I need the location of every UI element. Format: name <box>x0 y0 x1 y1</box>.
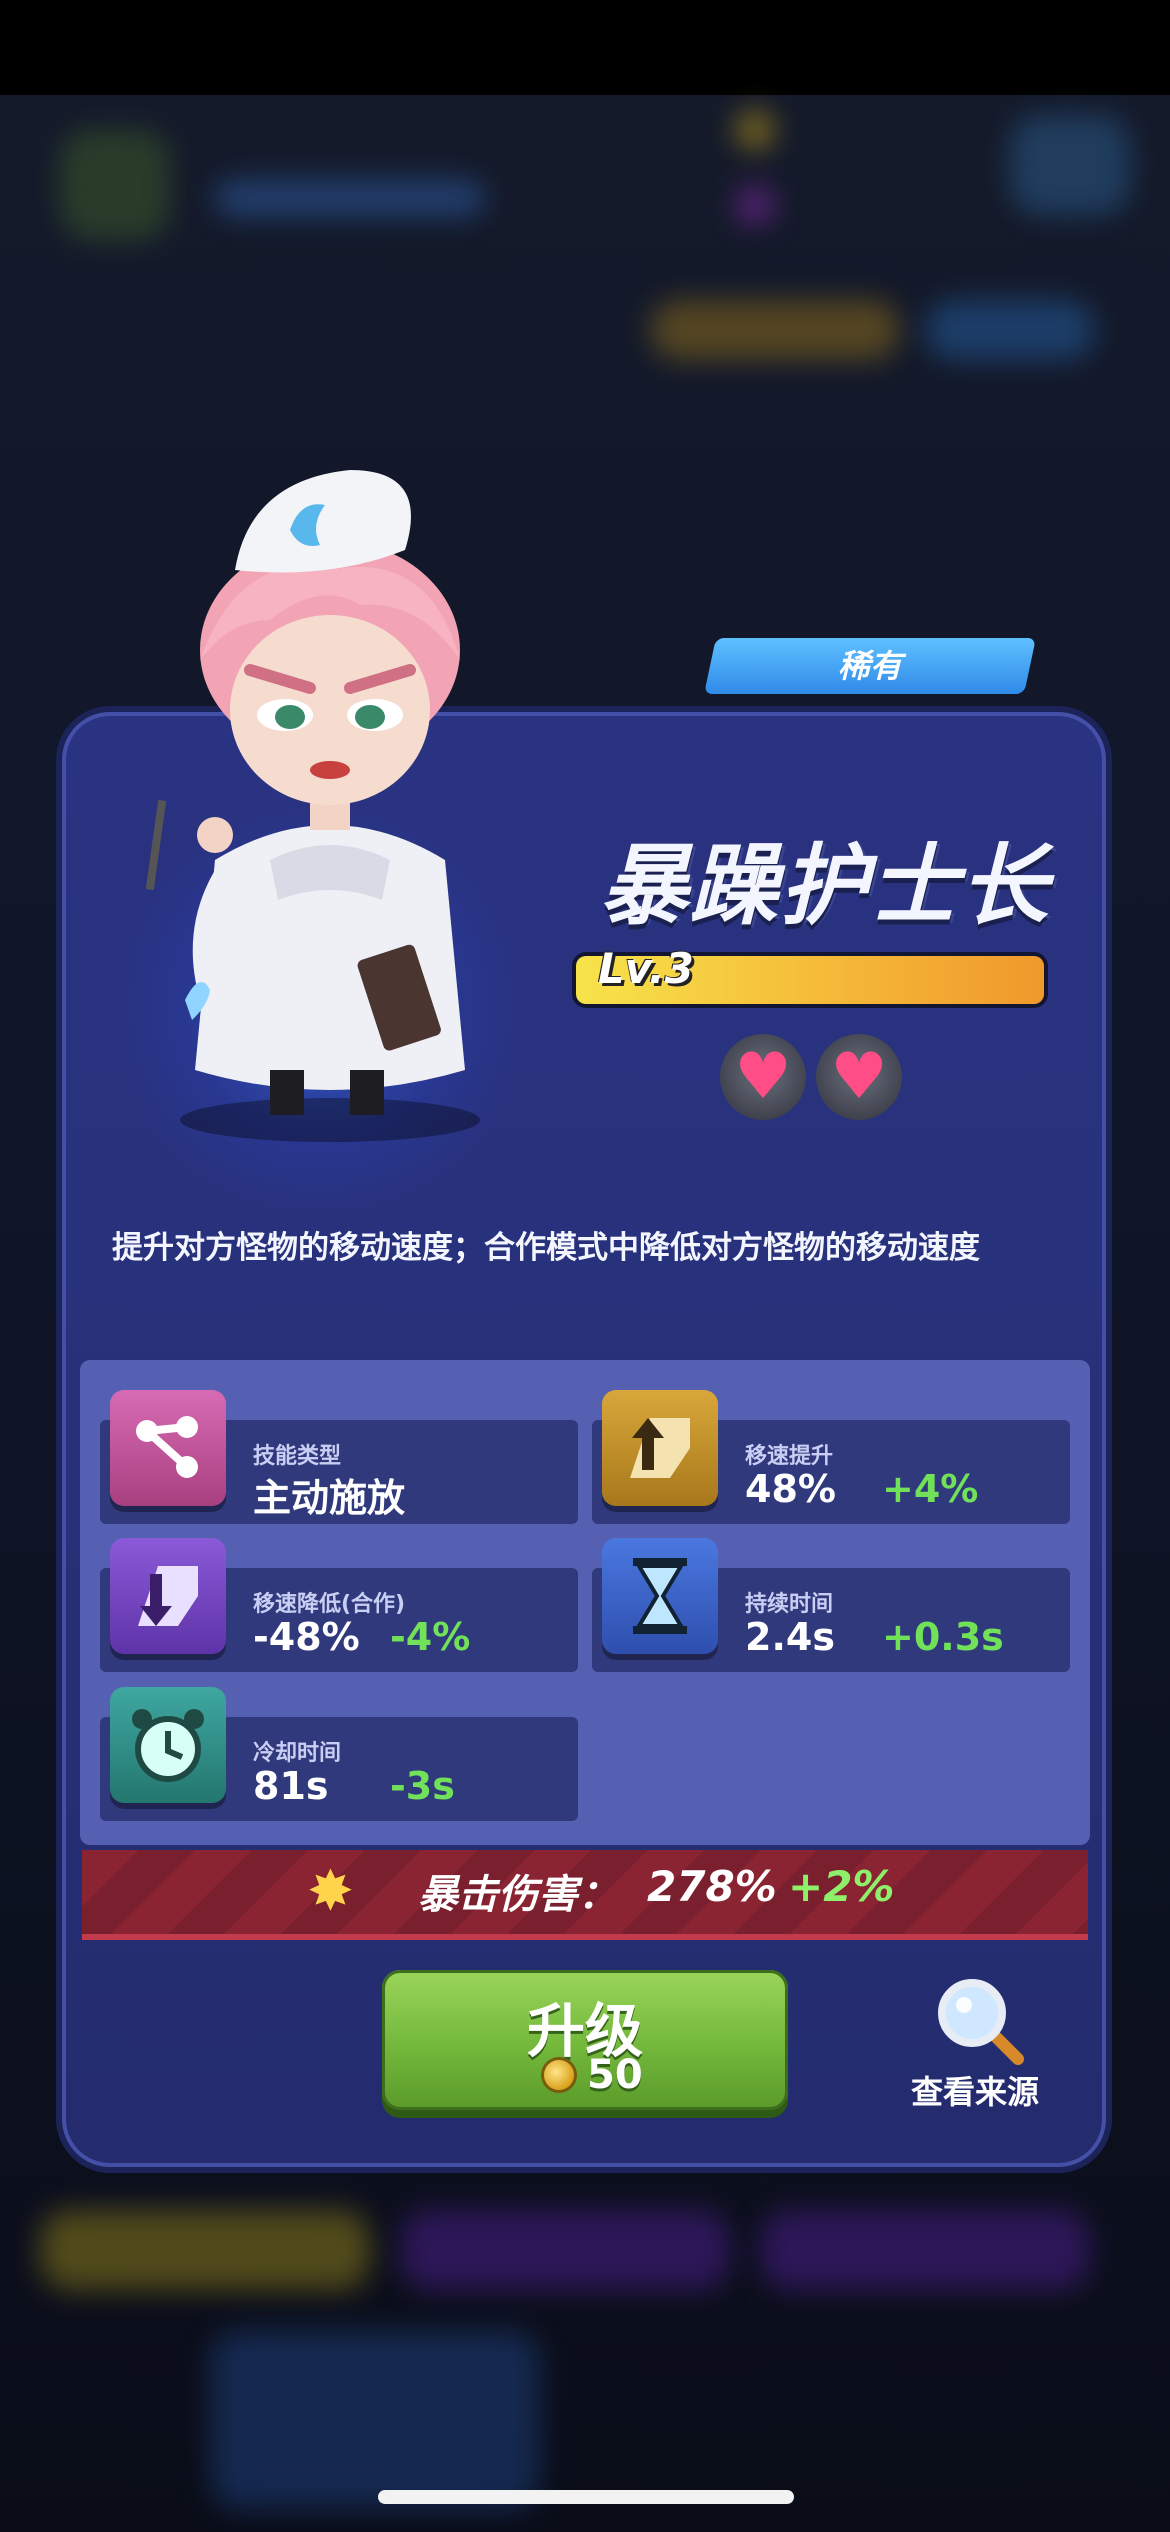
stat-delta: +0.3s <box>882 1615 1004 1659</box>
level-label: Lv.3 <box>598 944 694 993</box>
burst-icon: ✸ <box>307 1859 354 1924</box>
bg-blob <box>735 185 775 225</box>
speed-up-icon <box>602 1390 718 1506</box>
alarm-clock-icon <box>110 1687 226 1803</box>
bg-blob <box>210 2330 540 2510</box>
bg-blob <box>1010 115 1130 215</box>
bg-blob <box>735 110 775 150</box>
crit-label: 暴击伤害： <box>418 1872 618 1918</box>
crit-damage-bar: ✸ 暴击伤害： 278% +2% <box>82 1850 1088 1940</box>
heart-icon: ♥ <box>816 1034 902 1120</box>
speed-down-icon <box>110 1538 226 1654</box>
stat-label: 持续时间 <box>745 1592 834 1617</box>
rarity-badge: 稀有 <box>704 638 1036 694</box>
stat-label: 移速提升 <box>745 1444 834 1469</box>
status-bar <box>0 0 1170 95</box>
bg-blob <box>40 2210 370 2290</box>
home-indicator[interactable] <box>378 2490 794 2504</box>
stat-label: 移速降低(合作) <box>253 1592 406 1617</box>
bg-blob <box>60 130 170 240</box>
nurse-character-portrait <box>145 470 480 1142</box>
share-icon <box>110 1390 226 1506</box>
upgrade-cost: 50 <box>587 2052 643 2098</box>
stat-value: 2.4s <box>745 1615 835 1659</box>
stat-value: 48% <box>745 1467 836 1511</box>
heart-icon: ♥ <box>720 1034 806 1120</box>
bg-blob <box>215 180 485 216</box>
hero-name: 暴躁护士长 <box>600 834 1051 937</box>
bg-blob <box>760 2210 1090 2290</box>
magnifier-icon <box>938 1979 1024 2065</box>
coin-icon <box>544 2060 574 2090</box>
bg-blob <box>650 300 900 360</box>
skill-description: 提升对方怪物的移动速度；合作模式中降低对方怪物的移动速度 <box>112 1230 980 1266</box>
crit-delta: +2% <box>788 1862 895 1911</box>
upgrade-label: 升级 <box>526 1997 643 2065</box>
bg-blob <box>400 2210 730 2290</box>
rarity-label: 稀有 <box>837 647 902 685</box>
upgrade-button[interactable]: 升级 50 <box>382 1970 788 2110</box>
level-bar: Lv.3 <box>572 944 1048 1008</box>
bg-blob <box>925 300 1095 360</box>
stat-value: 81s <box>253 1764 329 1808</box>
view-source-button[interactable]: 查看来源 <box>890 1965 1060 2115</box>
crit-value: 278% <box>647 1862 777 1911</box>
stat-value: -48% <box>253 1615 360 1659</box>
stat-delta: -4% <box>390 1615 471 1659</box>
stat-label: 技能类型 <box>253 1444 342 1469</box>
stat-delta: -3s <box>390 1764 455 1808</box>
stat-delta: +4% <box>882 1467 979 1511</box>
stat-value: 主动施放 <box>253 1476 406 1520</box>
stat-label: 冷却时间 <box>253 1741 342 1766</box>
view-source-label: 查看来源 <box>910 2073 1039 2111</box>
hourglass-icon <box>602 1538 718 1654</box>
